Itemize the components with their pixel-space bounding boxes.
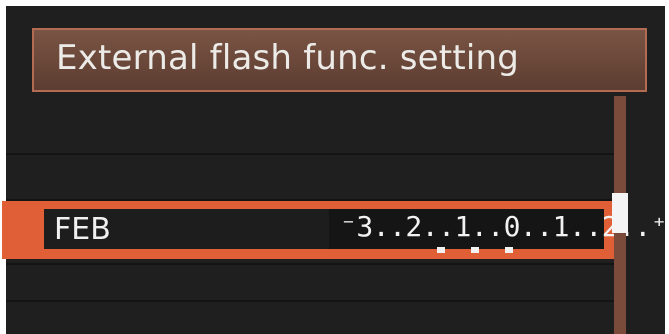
feb-bracket-tick — [505, 247, 513, 253]
menu-title-bar: External flash func. setting — [32, 28, 647, 92]
row-separator — [6, 263, 621, 265]
scrollbar-thumb[interactable] — [612, 193, 628, 233]
feb-bracket-tick — [471, 247, 479, 253]
page-title: External flash func. setting — [56, 38, 520, 78]
menu-item-label: FEB — [54, 212, 111, 247]
row-separator — [6, 300, 621, 302]
row-separator — [6, 153, 621, 155]
feb-bracket-tick — [437, 247, 445, 253]
